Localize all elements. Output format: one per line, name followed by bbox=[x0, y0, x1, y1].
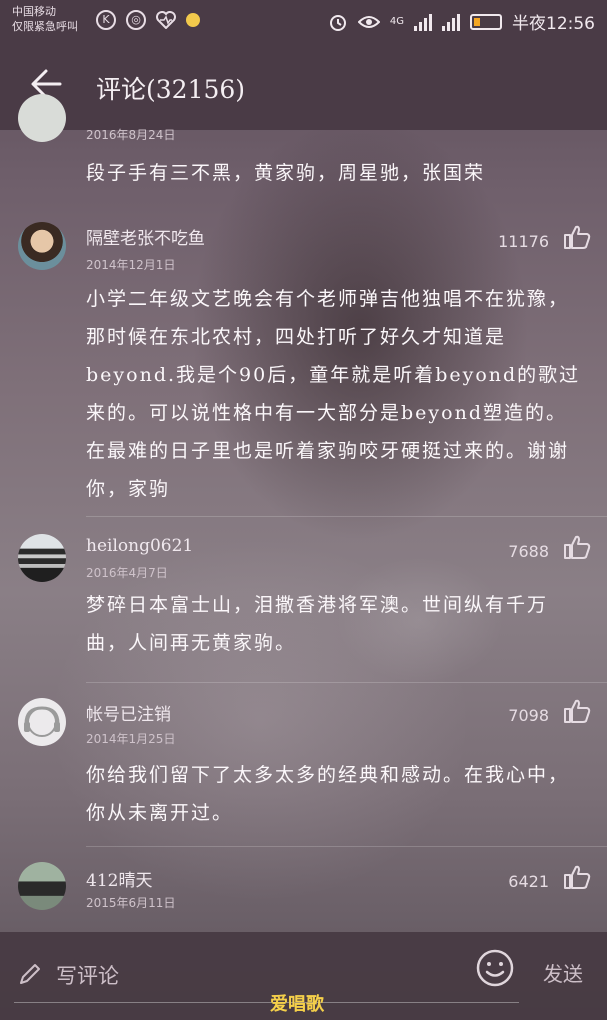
comment-text: 小学二年级文艺晚会有个老师弹吉他独唱不在犹豫，那时候在东北农村，四处打听了好久才… bbox=[86, 288, 581, 500]
send-button[interactable]: 发送 bbox=[543, 958, 583, 987]
comment-date: 2014年12月1日 bbox=[86, 258, 176, 272]
comment-text: 梦碎日本富士山，泪撒香港将军澳。世间纵有千万曲，人间再无黄家驹。 bbox=[86, 594, 549, 654]
pencil-icon bbox=[20, 964, 40, 984]
eye-icon bbox=[357, 15, 380, 28]
comment-input-placeholder: 写评论 bbox=[56, 964, 119, 988]
comment-username[interactable]: 412晴天 bbox=[86, 866, 152, 891]
thumbs-up-icon[interactable] bbox=[563, 224, 591, 250]
notification-icons: K ◎ bbox=[96, 10, 200, 30]
comment-username[interactable]: heilong0621 bbox=[86, 536, 193, 556]
comment-date: 2014年1月25日 bbox=[86, 732, 176, 746]
network-type: 4G bbox=[389, 16, 404, 27]
clock: 半夜12:56 bbox=[512, 14, 595, 34]
comment-date: 2016年4月7日 bbox=[86, 566, 168, 580]
divider bbox=[86, 682, 607, 683]
comment-username[interactable]: 帐号已注销 bbox=[86, 700, 171, 725]
health-heart-icon bbox=[156, 11, 176, 29]
battery-fill bbox=[474, 17, 480, 26]
weibo-icon: ◎ bbox=[126, 10, 146, 30]
like-count: 7098 bbox=[508, 706, 549, 725]
thumbs-up-icon[interactable] bbox=[563, 698, 591, 724]
like-count: 7688 bbox=[508, 542, 549, 561]
signal-icon bbox=[414, 13, 432, 31]
default-avatar-icon bbox=[24, 706, 60, 737]
comment-date: 2015年6月11日 bbox=[86, 896, 176, 910]
comment-text: 你给我们留下了太多太多的经典和感动。在我心中，你从未离开过。 bbox=[86, 764, 570, 824]
carrier-name: 中国移动 bbox=[12, 5, 56, 18]
page-title: 评论(32156) bbox=[96, 75, 246, 104]
avatar[interactable] bbox=[18, 862, 66, 910]
carrier-info: 中国移动 仅限紧急呼叫 bbox=[12, 4, 78, 34]
thumbs-up-icon[interactable] bbox=[563, 864, 591, 890]
watermark: 爱唱歌 bbox=[270, 994, 324, 1015]
thumbs-up-icon[interactable] bbox=[563, 534, 591, 560]
carrier-status: 仅限紧急呼叫 bbox=[12, 20, 78, 33]
smile-icon[interactable] bbox=[475, 948, 515, 988]
status-right: 4G 半夜12:56 bbox=[328, 9, 595, 34]
header-bar: 评论(32156) bbox=[0, 40, 607, 130]
like-count: 11176 bbox=[498, 232, 549, 251]
signal-2-icon bbox=[442, 13, 460, 31]
comment-input[interactable]: 写评论 bbox=[14, 948, 519, 1003]
notification-dot-icon bbox=[186, 13, 200, 27]
avatar[interactable] bbox=[18, 534, 66, 582]
comment-date: 2016年8月24日 bbox=[86, 128, 176, 142]
divider bbox=[86, 516, 607, 517]
avatar[interactable] bbox=[18, 222, 66, 270]
battery-icon bbox=[470, 13, 502, 30]
avatar[interactable] bbox=[18, 698, 66, 746]
comment-username[interactable]: 隔壁老张不吃鱼 bbox=[86, 224, 205, 249]
comment-text: 段子手有三不黑，黄家驹，周星驰，张国荣 bbox=[86, 162, 486, 184]
alarm-icon bbox=[329, 14, 346, 31]
like-count: 6421 bbox=[508, 872, 549, 891]
k-app-icon: K bbox=[96, 10, 116, 30]
avatar[interactable] bbox=[18, 94, 66, 142]
status-bar: 中国移动 仅限紧急呼叫 K ◎ 4G 半夜12:56 bbox=[0, 0, 607, 40]
divider bbox=[86, 846, 607, 847]
